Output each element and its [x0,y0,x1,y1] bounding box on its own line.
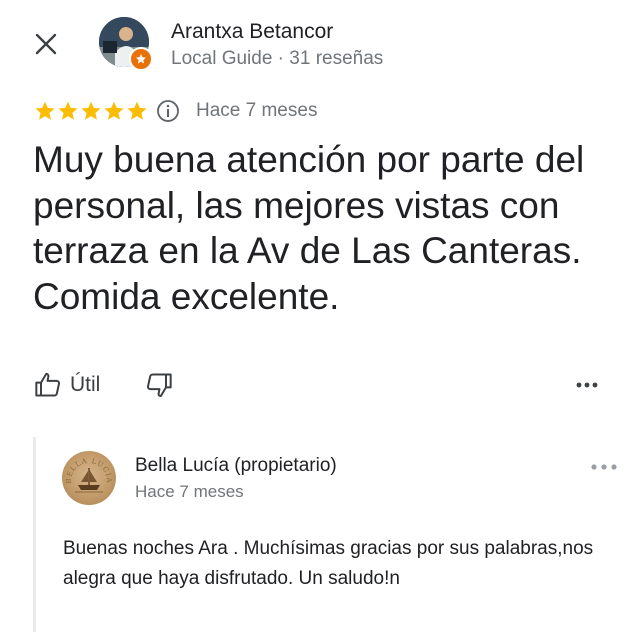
owner-avatar[interactable]: BELLA LUCÍA [62,451,116,505]
owner-reply-more-button[interactable] [589,457,619,477]
info-icon[interactable] [156,99,180,123]
reviewer-avatar[interactable] [99,17,153,71]
useful-label: Útil [70,373,101,396]
star-icon [35,101,55,120]
more-horizontal-icon [591,464,617,470]
star-icon [127,101,147,120]
thumbs-down-icon [147,373,173,398]
owner-reply: BELLA LUCÍA Bella Lucía (propietario) Ha… [33,437,640,632]
review-actions: Útil [34,368,173,402]
owner-logo: BELLA LUCÍA [65,457,112,493]
owner-reply-date: Hace 7 meses [135,482,244,501]
thumbs-up-icon [35,372,61,397]
review-date: Hace 7 meses [196,100,318,121]
star-icon [104,101,124,120]
review-more-button[interactable] [572,372,602,398]
close-icon [35,33,57,55]
more-horizontal-icon [576,382,598,388]
rating-row: Hace 7 meses [34,97,317,125]
reviewer-meta: Local Guide · 31 reseñas [171,48,384,69]
local-guide-star-icon [136,54,146,64]
owner-reply-text: Buenas noches Ara . Muchísimas gracias p… [63,538,594,589]
local-guide-badge [129,47,153,71]
star-icon [81,101,101,120]
dislike-button[interactable] [145,371,173,399]
reviewer-name[interactable]: Arantxa Betancor [171,20,333,44]
star-rating [34,100,148,122]
close-button[interactable] [30,28,62,60]
star-icon [58,101,78,120]
review-text: Muy buena atención por parte del persona… [33,139,585,317]
owner-name: Bella Lucía (propietario) [135,455,337,476]
useful-button[interactable]: Útil [34,371,100,399]
